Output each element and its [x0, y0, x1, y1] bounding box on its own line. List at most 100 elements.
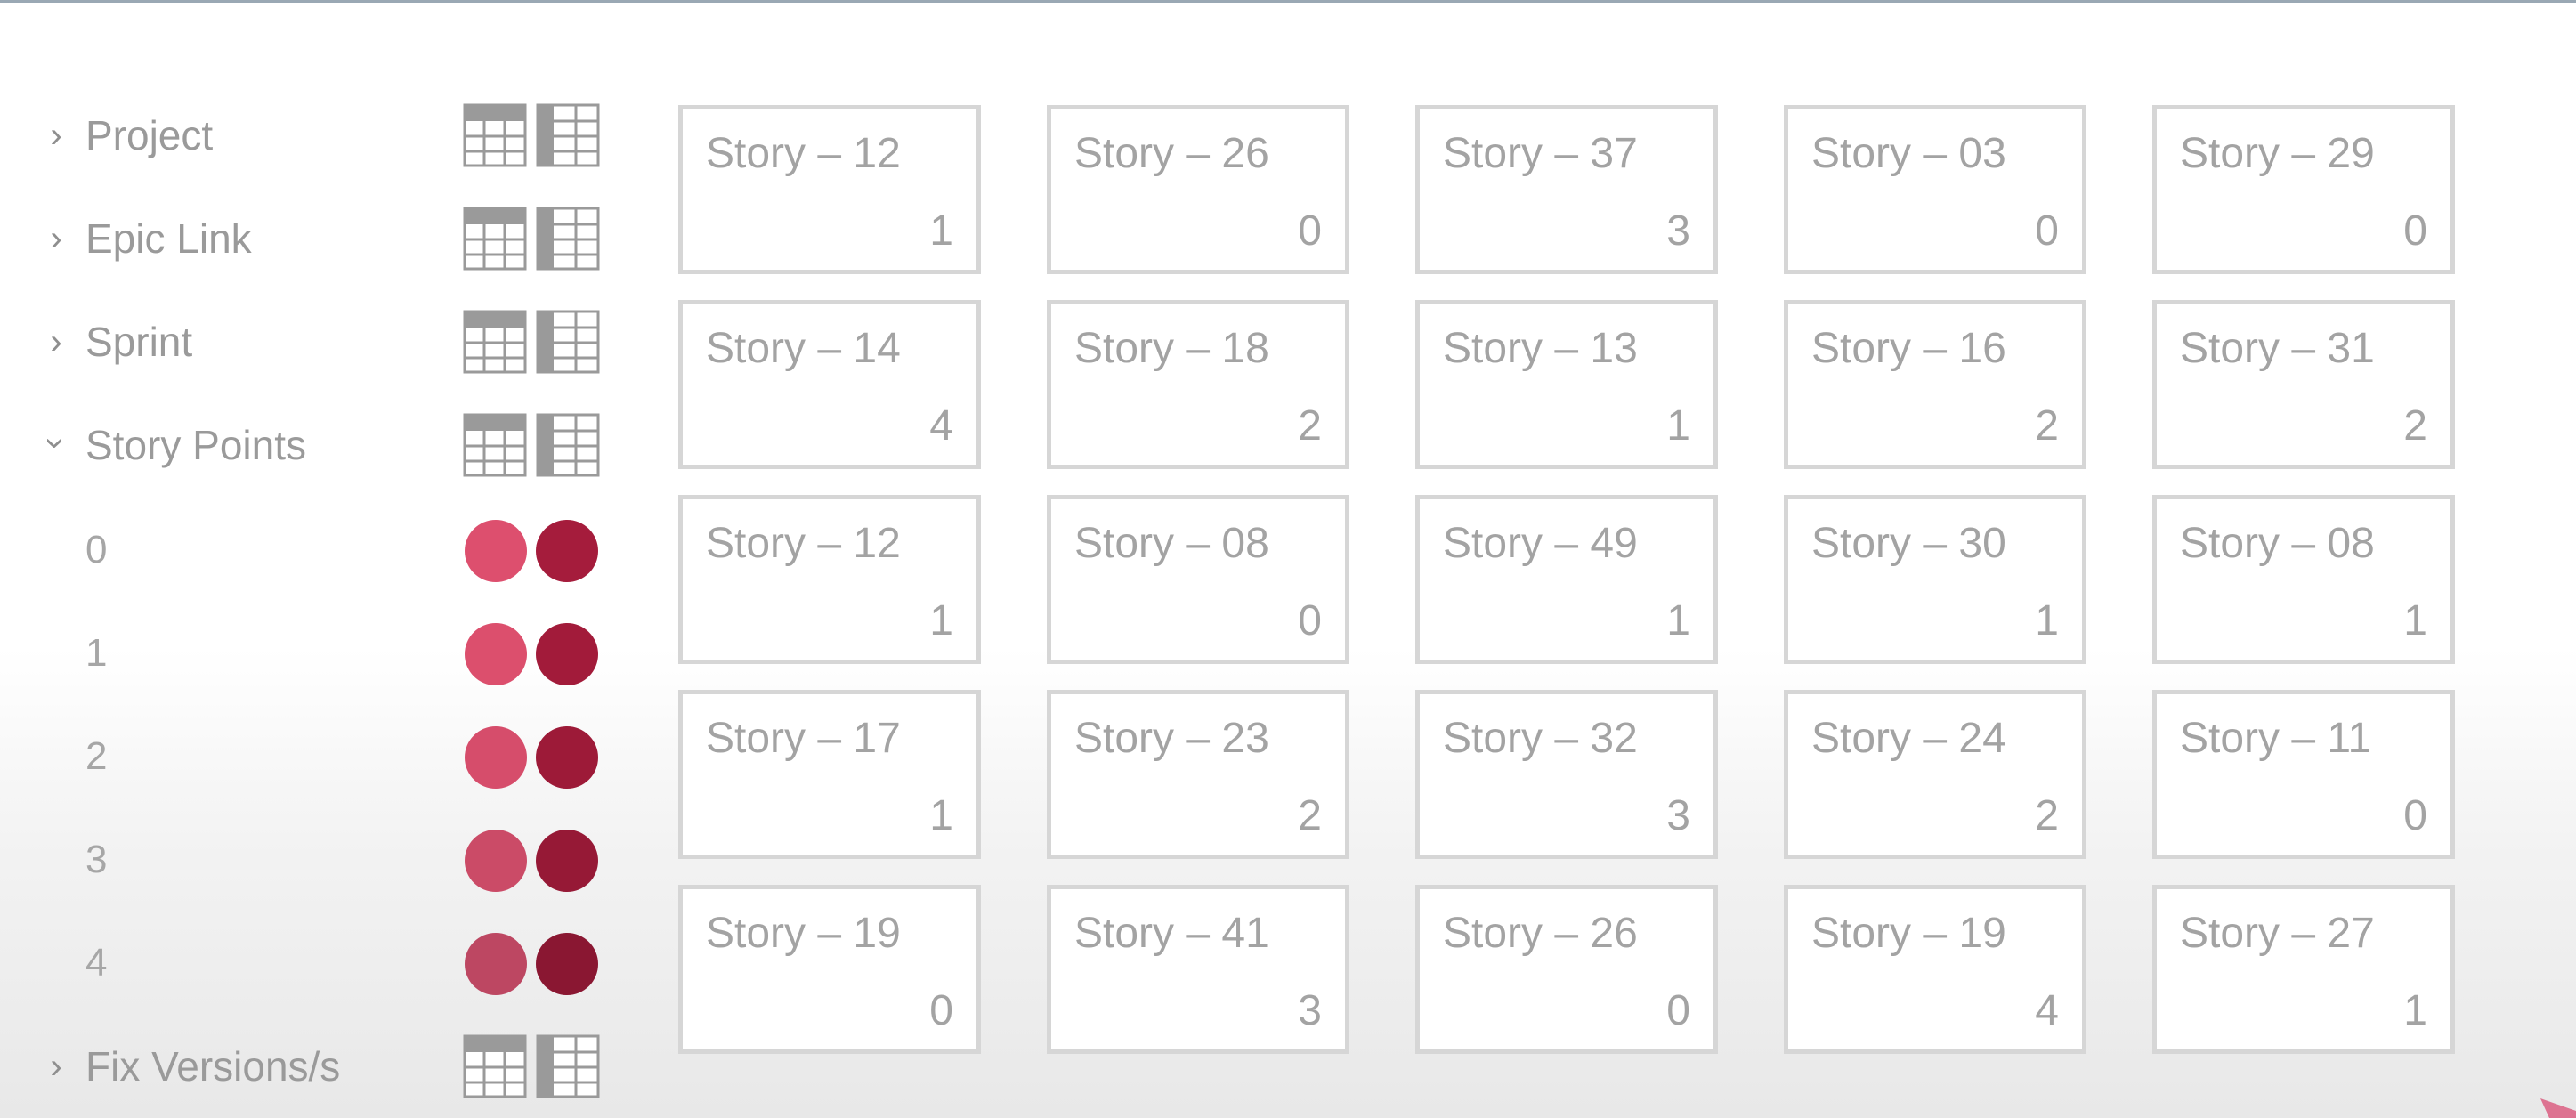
story-card-points: 1 — [2403, 597, 2427, 644]
story-card-title: Story – 08 — [1074, 520, 1269, 567]
story-card-title: Story – 12 — [706, 520, 901, 567]
view-toggle — [463, 310, 605, 374]
column-view-icon[interactable] — [536, 1034, 600, 1098]
story-card-points: 1 — [2035, 597, 2059, 644]
chevron-right-icon[interactable]: › — [43, 324, 69, 360]
chevron-right-icon[interactable]: › — [43, 221, 69, 256]
sidebar-group-epic-link[interactable]: › Epic Link — [36, 203, 614, 274]
story-card-points: 3 — [1666, 792, 1690, 839]
story-point-value-label: 2 — [85, 734, 108, 778]
color-swatch-light[interactable] — [465, 933, 527, 995]
story-card[interactable]: Story – 26 0 — [1047, 105, 1349, 274]
story-card[interactable]: Story – 23 2 — [1047, 690, 1349, 859]
color-swatch-light[interactable] — [465, 623, 527, 685]
story-card[interactable]: Story – 19 4 — [1784, 885, 2086, 1054]
color-swatches — [465, 931, 607, 995]
story-card-grid: Story – 12 1 Story – 26 0 Story – 37 3 Story –… — [678, 105, 2459, 1066]
color-swatch-light[interactable] — [465, 830, 527, 892]
story-card-title: Story – 08 — [2180, 520, 2375, 567]
story-card-title: Story – 12 — [706, 130, 901, 177]
story-card[interactable]: Story – 08 1 — [2152, 495, 2455, 664]
story-card[interactable]: Story – 27 1 — [2152, 885, 2455, 1054]
sidebar-group-project[interactable]: › Project — [36, 100, 614, 171]
story-card[interactable]: Story – 11 0 — [2152, 690, 2455, 859]
color-swatches — [465, 518, 607, 582]
story-point-value-row[interactable]: 3 — [36, 824, 614, 895]
story-card[interactable]: Story – 03 0 — [1784, 105, 2086, 274]
color-swatches — [465, 828, 607, 892]
sidebar-group-story-points[interactable]: › Story Points — [36, 409, 614, 481]
story-card-title: Story – 23 — [1074, 715, 1269, 762]
story-card-title: Story – 19 — [1811, 910, 2006, 957]
story-card[interactable]: Story – 12 1 — [678, 495, 981, 664]
story-card-title: Story – 49 — [1443, 520, 1638, 567]
story-card[interactable]: Story – 13 1 — [1415, 300, 1718, 469]
story-card-title: Story – 30 — [1811, 520, 2006, 567]
story-card[interactable]: Story – 49 1 — [1415, 495, 1718, 664]
story-card-title: Story – 26 — [1074, 130, 1269, 177]
color-swatch-dark[interactable] — [536, 830, 598, 892]
color-swatch-dark[interactable] — [536, 520, 598, 582]
chevron-down-icon[interactable]: › — [36, 430, 76, 457]
column-view-icon[interactable] — [536, 310, 600, 374]
column-view-icon[interactable] — [536, 413, 600, 477]
story-card[interactable]: Story – 18 2 — [1047, 300, 1349, 469]
story-point-value-row[interactable]: 0 — [36, 514, 614, 586]
story-card[interactable]: Story – 17 1 — [678, 690, 981, 859]
story-card[interactable]: Story – 41 3 — [1047, 885, 1349, 1054]
table-view-icon[interactable] — [463, 103, 527, 167]
story-card-title: Story – 17 — [706, 715, 901, 762]
story-card[interactable]: Story – 31 2 — [2152, 300, 2455, 469]
story-card-points: 1 — [929, 207, 953, 255]
story-card[interactable]: Story – 29 0 — [2152, 105, 2455, 274]
story-card-points: 3 — [1666, 207, 1690, 255]
story-card[interactable]: Story – 12 1 — [678, 105, 981, 274]
column-view-icon[interactable] — [536, 103, 600, 167]
chevron-right-icon[interactable]: › — [43, 117, 69, 153]
sidebar-group-label: Story Points — [85, 422, 306, 468]
story-card-points: 2 — [2035, 402, 2059, 450]
view-toggle — [463, 207, 605, 271]
story-card[interactable]: Story – 14 4 — [678, 300, 981, 469]
table-view-icon[interactable] — [463, 1034, 527, 1098]
story-card[interactable]: Story – 37 3 — [1415, 105, 1718, 274]
story-card[interactable]: Story – 24 2 — [1784, 690, 2086, 859]
table-view-icon[interactable] — [463, 413, 527, 477]
story-card[interactable]: Story – 30 1 — [1784, 495, 2086, 664]
story-point-value-label: 1 — [85, 631, 108, 675]
story-card-points: 0 — [2035, 207, 2059, 255]
story-card[interactable]: Story – 32 3 — [1415, 690, 1718, 859]
story-card-title: Story – 13 — [1443, 325, 1638, 372]
color-swatch-dark[interactable] — [536, 623, 598, 685]
story-point-value-label: 3 — [85, 838, 108, 881]
table-view-icon[interactable] — [463, 310, 527, 374]
sidebar-group-fix-versions[interactable]: › Fix Versions/s — [36, 1031, 614, 1102]
table-view-icon[interactable] — [463, 207, 527, 271]
story-card-title: Story – 37 — [1443, 130, 1638, 177]
story-card[interactable]: Story – 19 0 — [678, 885, 981, 1054]
color-swatch-light[interactable] — [465, 520, 527, 582]
story-point-value-row[interactable]: 2 — [36, 721, 614, 792]
sidebar-group-sprint[interactable]: › Sprint — [36, 306, 614, 377]
story-card-title: Story – 24 — [1811, 715, 2006, 762]
story-card-points: 1 — [929, 792, 953, 839]
sidebar-group-label: Fix Versions/s — [85, 1043, 341, 1090]
color-swatch-dark[interactable] — [536, 726, 598, 789]
story-card[interactable]: Story – 26 0 — [1415, 885, 1718, 1054]
story-card-points: 3 — [1298, 987, 1322, 1034]
story-card-points: 0 — [2403, 207, 2427, 255]
story-point-value-row[interactable]: 1 — [36, 618, 614, 689]
story-card-title: Story – 11 — [2180, 715, 2372, 762]
story-card-points: 1 — [1666, 402, 1690, 450]
story-card-title: Story – 18 — [1074, 325, 1269, 372]
color-swatch-light[interactable] — [465, 726, 527, 789]
story-card-title: Story – 14 — [706, 325, 901, 372]
story-card-title: Story – 27 — [2180, 910, 2375, 957]
color-swatch-dark[interactable] — [536, 933, 598, 995]
story-card-points: 1 — [1666, 597, 1690, 644]
chevron-right-icon[interactable]: › — [43, 1049, 69, 1084]
column-view-icon[interactable] — [536, 207, 600, 271]
story-card[interactable]: Story – 08 0 — [1047, 495, 1349, 664]
story-card[interactable]: Story – 16 2 — [1784, 300, 2086, 469]
story-point-value-row[interactable]: 4 — [36, 928, 614, 999]
